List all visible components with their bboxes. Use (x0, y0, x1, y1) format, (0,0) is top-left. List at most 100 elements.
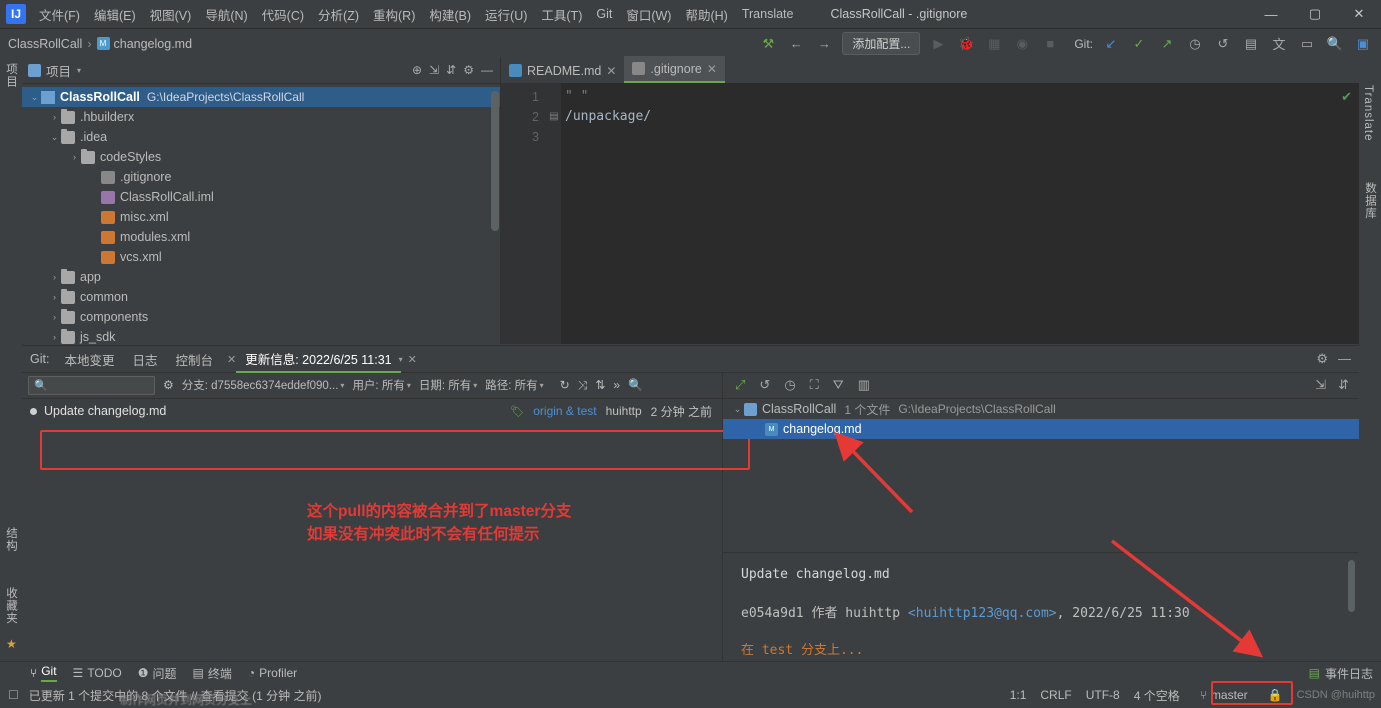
tree-row-root[interactable]: ⌄ ClassRollCall G:\IdeaProjects\ClassRol… (22, 87, 500, 107)
chevron-down-icon[interactable]: ⌄ (731, 404, 744, 415)
commit-row[interactable]: Update changelog.md 🏷 origin & test huih… (22, 399, 722, 423)
date-filter[interactable]: 日期: 所有 ▾ (419, 377, 477, 393)
strip-item-favorites[interactable]: 收藏夹 (3, 587, 19, 625)
bottom-item-terminal[interactable]: ▤ 终端 (193, 665, 232, 682)
group-by-icon[interactable]: ⛶ (810, 377, 819, 393)
tree-row-common[interactable]: › common (22, 287, 500, 307)
settings-gear-icon[interactable]: ⚙ (1316, 351, 1328, 367)
strip-item-database[interactable]: 数据库 (1362, 182, 1378, 220)
git-commit-icon[interactable]: ✓ (1129, 34, 1149, 54)
menu-item-file[interactable]: 文件(F) (32, 1, 87, 28)
menu-item-tools[interactable]: 工具(T) (534, 1, 589, 28)
tab-gitignore[interactable]: .gitignore ✕ (624, 56, 725, 83)
tab-local-changes[interactable]: 本地变更 (55, 347, 123, 372)
lock-icon[interactable]: 🔒 (1268, 688, 1283, 702)
search-icon[interactable]: 🔍 (1325, 34, 1345, 54)
inspection-status-icon[interactable]: ✔ (1341, 89, 1352, 105)
bottom-item-problems[interactable]: ❶ 问题 (138, 665, 177, 682)
close-icon[interactable]: ✕ (707, 62, 717, 76)
back-arrow-icon[interactable]: ← (786, 34, 806, 54)
changes-root-row[interactable]: ⌄ ClassRollCall 1 个文件 G:\IdeaProjects\Cl… (723, 399, 1359, 419)
menu-item-navigate[interactable]: 导航(N) (198, 1, 254, 28)
fold-marker[interactable] (547, 127, 561, 147)
chevron-right-icon[interactable]: › (48, 112, 61, 122)
strip-item-structure[interactable]: 结构 (3, 527, 19, 552)
debug-icon[interactable]: 🐞 (956, 34, 976, 54)
user-filter[interactable]: 用户: 所有 ▾ (352, 377, 410, 393)
run-configuration-selector[interactable]: 添加配置... (842, 32, 921, 55)
expand-all-icon[interactable]: ⇵ (1338, 377, 1349, 393)
menu-item-window[interactable]: 窗口(W) (619, 1, 678, 28)
bottom-item-todo[interactable]: ☰ TODO (73, 666, 122, 680)
caret-position[interactable]: 1:1 (1010, 688, 1027, 702)
git-search-input[interactable]: 🔍 (28, 375, 155, 395)
strip-item-project[interactable]: 项目 (3, 63, 19, 88)
close-icon[interactable]: ✕ (408, 353, 417, 366)
chevron-down-icon[interactable]: ⌄ (48, 132, 61, 143)
layout-icon[interactable]: ▭ (1297, 34, 1317, 54)
hide-panel-icon[interactable]: — (1338, 351, 1351, 367)
menu-item-code[interactable]: 代码(C) (255, 1, 311, 28)
menu-item-git[interactable]: Git (589, 3, 619, 25)
menu-item-refactor[interactable]: 重构(R) (366, 1, 422, 28)
layout-icon[interactable]: ▥ (858, 377, 870, 393)
refresh-icon[interactable]: ↻ (560, 378, 570, 392)
intellisort-icon[interactable]: ⤨ (578, 378, 588, 393)
settings-gear-icon[interactable]: ⚙ (463, 63, 474, 77)
chevron-right-icon[interactable]: › (48, 272, 61, 282)
expand-arrows-icon[interactable]: ⤢ (735, 377, 745, 393)
line-separator[interactable]: CRLF (1040, 688, 1071, 702)
breadcrumb-file[interactable]: changelog.md (114, 37, 193, 51)
tree-row-codestyles[interactable]: › codeStyles (22, 147, 500, 167)
strip-item-translate[interactable]: Translate (1362, 85, 1374, 142)
close-icon[interactable]: ✕ (606, 64, 616, 78)
menu-item-analyze[interactable]: 分析(Z) (311, 1, 366, 28)
forward-arrow-icon[interactable]: → (814, 34, 834, 54)
stop-icon[interactable]: ■ (1040, 34, 1060, 54)
file-encoding[interactable]: UTF-8 (1086, 688, 1120, 702)
menu-item-build[interactable]: 构建(B) (422, 1, 478, 28)
menu-item-run[interactable]: 运行(U) (478, 1, 534, 28)
fold-marker[interactable] (547, 87, 561, 107)
more-icon[interactable]: » (613, 378, 620, 392)
chevron-right-icon[interactable]: › (48, 292, 61, 302)
maximize-button[interactable]: ▢ (1293, 0, 1337, 28)
editor-code[interactable]: " " /unpackage/ (561, 83, 1359, 344)
close-icon[interactable]: ✕ (227, 353, 236, 366)
path-filter[interactable]: 路径: 所有 ▾ (485, 377, 543, 393)
menu-item-view[interactable]: 视图(V) (143, 1, 199, 28)
build-hammer-icon[interactable]: ⚒ (758, 34, 778, 54)
bottom-item-profiler[interactable]: ◔ Profiler (248, 666, 297, 680)
menu-item-translate[interactable]: Translate (735, 3, 801, 25)
tree-row-iml[interactable]: ClassRollCall.iml (22, 187, 500, 207)
settings-gear-icon[interactable]: ⚙ (163, 378, 174, 392)
git-update-icon[interactable]: ↙ (1101, 34, 1121, 54)
tab-update-info[interactable]: 更新信息: 2022/6/25 11:31 (236, 346, 401, 373)
database-icon[interactable]: ▤ (1241, 34, 1261, 54)
bottom-item-git[interactable]: ⑂ Git (30, 664, 57, 682)
tree-row-hbuilderx[interactable]: › .hbuilderx (22, 107, 500, 127)
tab-console[interactable]: 控制台 (166, 347, 222, 372)
search-icon[interactable]: 🔍 (628, 378, 643, 392)
close-button[interactable]: ✕ (1337, 0, 1381, 28)
tab-log[interactable]: 日志 (123, 347, 166, 372)
history-icon[interactable]: ◷ (784, 377, 795, 393)
chevron-down-icon[interactable]: ▾ (399, 355, 403, 364)
expand-all-icon[interactable]: ⇵ (446, 63, 456, 77)
bottom-item-event-log[interactable]: ▤ 事件日志 (1309, 665, 1381, 682)
menu-item-help[interactable]: 帮助(H) (678, 1, 734, 28)
tab-readme-md[interactable]: README.md ✕ (501, 58, 624, 83)
tree-row-vcs-xml[interactable]: vcs.xml (22, 247, 500, 267)
tree-row-idea[interactable]: ⌄ .idea (22, 127, 500, 147)
detail-email[interactable]: <huihttp123@qq.com> (908, 606, 1057, 621)
collapse-all-icon[interactable]: ⇲ (429, 63, 439, 77)
tree-row-gitignore[interactable]: .gitignore (22, 167, 500, 187)
tree-row-misc-xml[interactable]: misc.xml (22, 207, 500, 227)
chevron-right-icon[interactable]: › (48, 312, 61, 322)
coverage-icon[interactable]: ▦ (984, 34, 1004, 54)
notification-icon[interactable]: ▣ (1353, 34, 1373, 54)
fold-marker[interactable]: ▤ (547, 107, 561, 127)
git-push-icon[interactable]: ↗ (1157, 34, 1177, 54)
branch-filter[interactable]: 分支: d7558ec6374eddef090... ▾ (182, 377, 345, 393)
rollback-icon[interactable]: ↺ (1213, 34, 1233, 54)
